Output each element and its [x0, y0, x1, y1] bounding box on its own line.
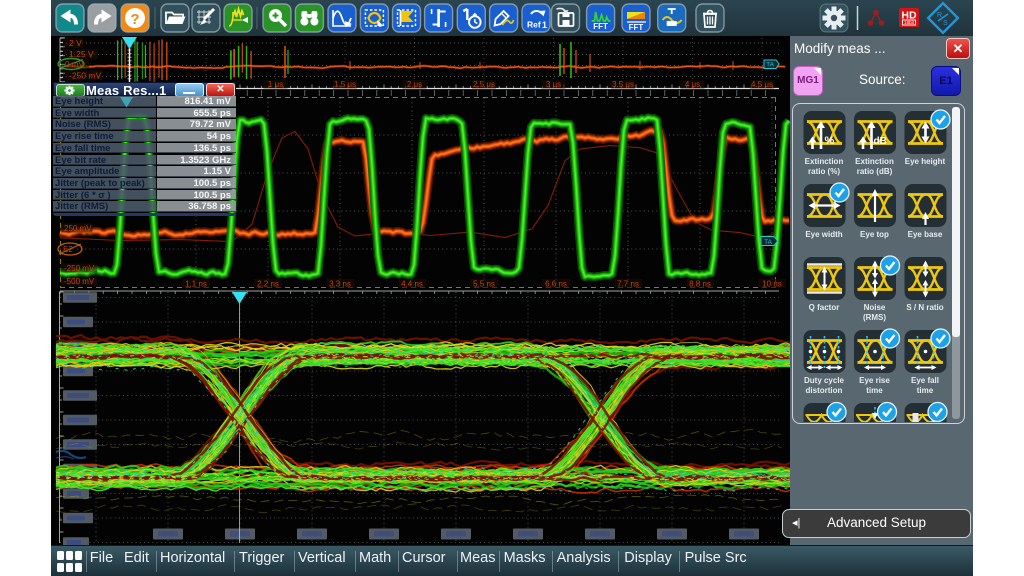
svg-text:TA: TA — [764, 239, 772, 246]
svg-text:7.7 ns: 7.7 ns — [617, 280, 639, 289]
svg-text:4.4 ns: 4.4 ns — [401, 280, 423, 289]
svg-text:TA: TA — [766, 62, 774, 69]
svg-text:0 mV: 0 mV — [65, 60, 84, 69]
svg-text:?: ? — [130, 11, 139, 28]
svg-text:4 μs: 4 μs — [685, 80, 700, 89]
svg-text:FFT: FFT — [629, 23, 644, 32]
svg-text:%: % — [824, 135, 834, 147]
svg-text:R: R — [937, 12, 942, 19]
svg-text:4.5 μs: 4.5 μs — [751, 80, 773, 89]
svg-text:2.5 μs: 2.5 μs — [473, 80, 495, 89]
svg-text:1 μs: 1 μs — [268, 80, 283, 89]
svg-text:2 μs: 2 μs — [407, 80, 422, 89]
svg-text:5.5 ns: 5.5 ns — [473, 280, 495, 289]
svg-text:-250 mV: -250 mV — [64, 264, 95, 273]
svg-text:dB: dB — [873, 136, 886, 147]
svg-text:Ref: Ref — [527, 20, 541, 30]
svg-text:2 V: 2 V — [69, 38, 82, 48]
svg-text:6.6 ns: 6.6 ns — [545, 280, 567, 289]
svg-text:10 ns: 10 ns — [762, 280, 782, 289]
svg-text:8.8 ns: 8.8 ns — [689, 280, 711, 289]
svg-text:1: 1 — [542, 20, 547, 30]
svg-text:FFT: FFT — [593, 22, 608, 31]
svg-text:-500 mV: -500 mV — [64, 277, 95, 286]
svg-text:1.25 V: 1.25 V — [69, 49, 94, 59]
svg-text:250 mV: 250 mV — [64, 224, 92, 233]
svg-text:3.3 ns: 3.3 ns — [329, 280, 351, 289]
svg-text:1.1 ns: 1.1 ns — [185, 280, 207, 289]
svg-text:3.5 μs: 3.5 μs — [612, 80, 634, 89]
svg-text:-250 mV: -250 mV — [69, 71, 101, 81]
svg-text:2.2 ns: 2.2 ns — [257, 280, 279, 289]
svg-text:E2: E2 — [63, 245, 73, 254]
svg-text:16bit: 16bit — [904, 20, 915, 25]
svg-text:S: S — [943, 20, 948, 27]
svg-text:3 μs: 3 μs — [546, 80, 561, 89]
svg-text:1.5 μs: 1.5 μs — [334, 80, 356, 89]
